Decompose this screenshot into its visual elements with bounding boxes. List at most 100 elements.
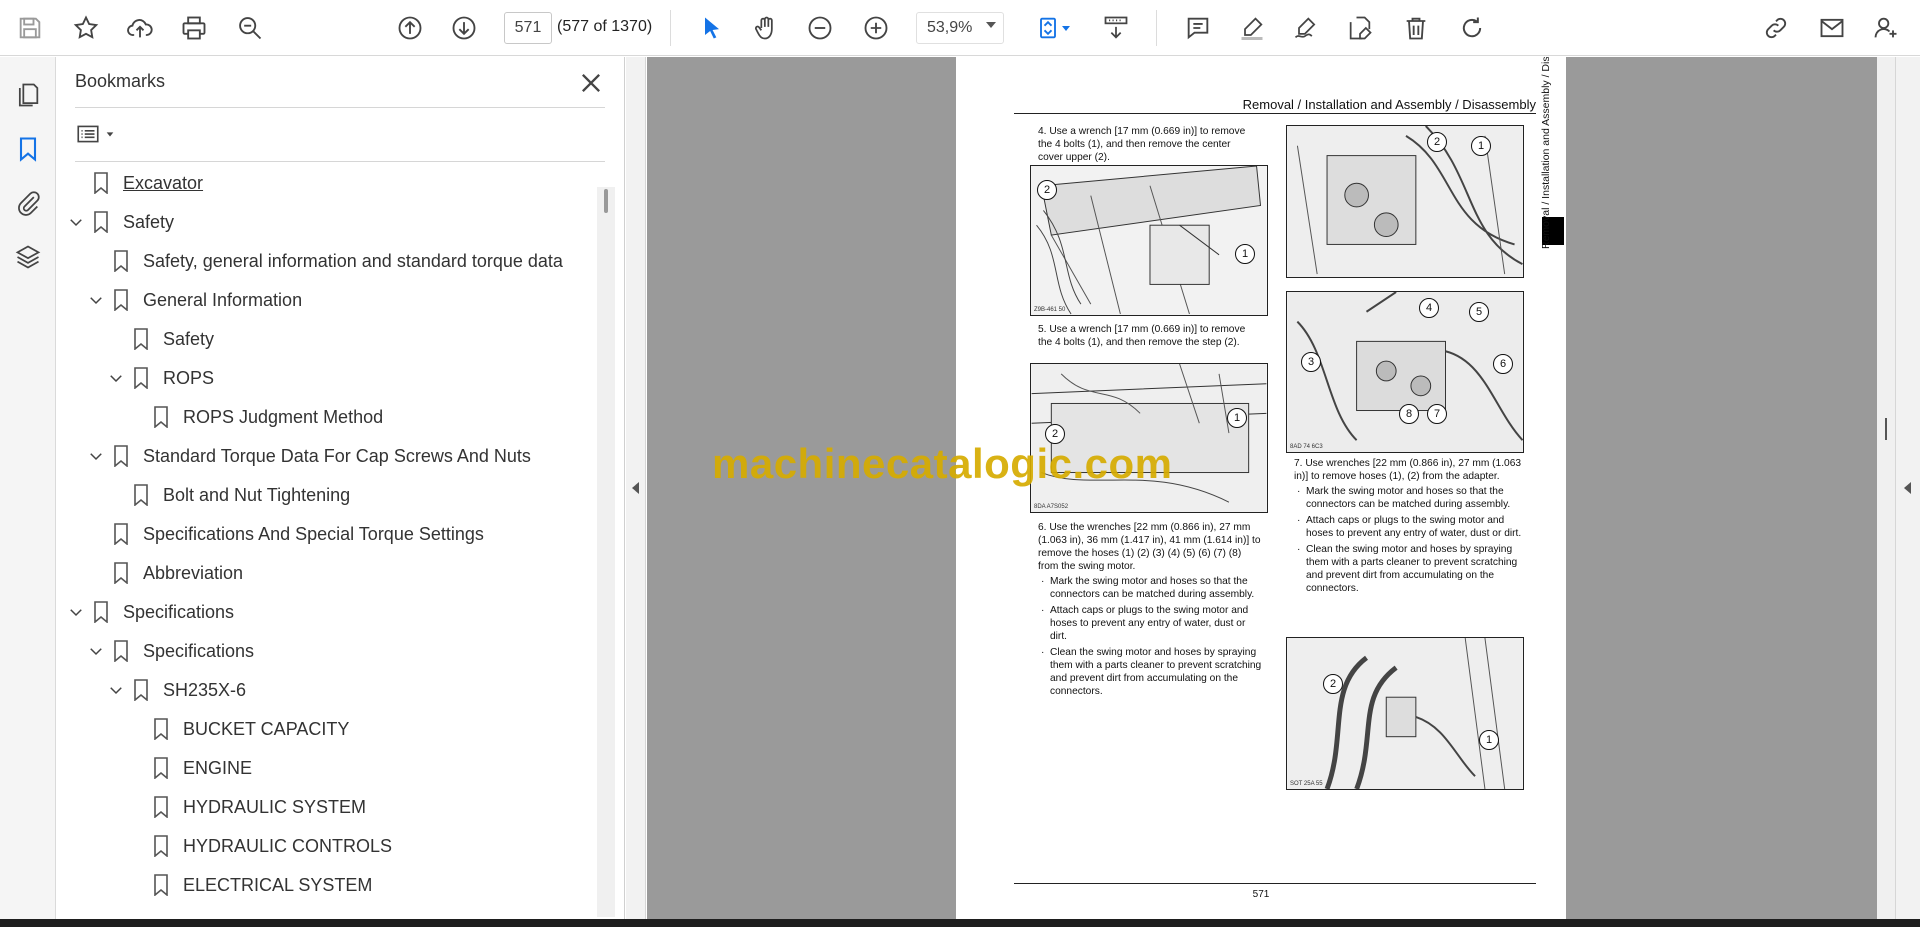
expand-tools-arrow-icon[interactable]: [1904, 482, 1911, 494]
select-cursor-icon[interactable]: [694, 10, 730, 46]
page-thumbnails-icon[interactable]: [10, 77, 46, 113]
callout-2: 2: [1323, 674, 1343, 694]
bookmark-item[interactable]: ENGINE: [127, 750, 252, 786]
bookmark-label: Safety: [123, 211, 175, 232]
bookmark-item[interactable]: ROPS: [107, 360, 214, 396]
rotate-icon[interactable]: [1454, 10, 1490, 46]
figure-swing-motor: 4 5 3 6 8 7 8AD 74 6C3: [1286, 291, 1524, 453]
zoom-in-icon[interactable]: [858, 10, 894, 46]
document-scrollbar[interactable]: [1877, 57, 1895, 919]
bookmark-item[interactable]: General Information: [87, 282, 302, 318]
collapse-panel-arrow-icon[interactable]: [632, 482, 639, 494]
add-user-icon[interactable]: [1868, 10, 1904, 46]
document-scrollbar-thumb[interactable]: [1885, 418, 1887, 440]
next-page-icon[interactable]: [446, 10, 482, 46]
previous-page-icon[interactable]: [392, 10, 428, 46]
figure-code: 8AD 74 6C3: [1290, 444, 1323, 450]
spacer: [107, 486, 125, 504]
bookmark-label: Specifications: [123, 601, 235, 622]
spacer: [107, 330, 125, 348]
bookmark-label: Safety, general information and standard…: [143, 250, 563, 271]
callout-1: 1: [1235, 244, 1255, 264]
edit-pdf-icon[interactable]: [1342, 10, 1378, 46]
section-side-label: Removal / Installation and Assembly / Di…: [1540, 57, 1552, 249]
zoom-level-select[interactable]: 53,9%: [916, 12, 1004, 44]
bookmark-item[interactable]: Specifications And Special Torque Settin…: [87, 516, 484, 552]
bookmark-item[interactable]: Safety: [107, 321, 214, 357]
fit-dropdown-chevron-icon[interactable]: [1058, 10, 1074, 46]
bookmarks-title: Bookmarks: [75, 71, 166, 91]
callout-1: 1: [1471, 136, 1491, 156]
bookmark-item[interactable]: Safety: [67, 204, 174, 240]
bookmark-label: Bolt and Nut Tightening: [163, 484, 351, 505]
bookmark-options-button[interactable]: [75, 119, 125, 149]
bookmark-item[interactable]: SH235X-6: [107, 672, 246, 708]
share-link-icon[interactable]: [1758, 10, 1794, 46]
chevron-down-icon[interactable]: [87, 447, 105, 465]
bookmark-item[interactable]: ELECTRICAL SYSTEM: [127, 867, 372, 903]
search-zoom-icon[interactable]: [232, 10, 268, 46]
bookmarks-scrollbar-thumb[interactable]: [604, 189, 608, 213]
bookmark-icon: [154, 874, 168, 896]
callout-1: 1: [1227, 408, 1247, 428]
chevron-down-icon[interactable]: [107, 369, 125, 387]
spacer: [87, 564, 105, 582]
close-icon[interactable]: [577, 69, 605, 97]
bookmark-item[interactable]: HYDRAULIC CONTROLS: [127, 828, 392, 864]
save-icon[interactable]: [12, 10, 48, 46]
hand-tool-icon[interactable]: [748, 10, 784, 46]
bookmark-item[interactable]: Specifications: [67, 594, 234, 630]
bookmark-icon: [154, 406, 168, 428]
email-icon[interactable]: [1814, 10, 1850, 46]
bookmark-item[interactable]: Abbreviation: [87, 555, 243, 591]
callout-6: 6: [1493, 354, 1513, 374]
bookmark-icon: [114, 523, 128, 545]
chevron-down-icon[interactable]: [986, 22, 996, 28]
chevron-down-icon[interactable]: [67, 603, 85, 621]
chevron-down-icon[interactable]: [107, 681, 125, 699]
step-6-bullet: Attach caps or plugs to the swing motor …: [1038, 604, 1264, 643]
bookmark-icon: [134, 484, 148, 506]
upload-cloud-icon[interactable]: [122, 10, 158, 46]
bookmark-item[interactable]: BUCKET CAPACITY: [127, 711, 349, 747]
bookmark-item[interactable]: ROPS Judgment Method: [127, 399, 383, 435]
bookmarks-scrollbar[interactable]: [597, 187, 615, 917]
bookmark-label: Excavator: [123, 172, 204, 193]
callout-3: 3: [1301, 352, 1321, 372]
bookmark-label: ROPS Judgment Method: [183, 406, 384, 427]
scroll-mode-icon[interactable]: [1098, 10, 1134, 46]
layers-icon[interactable]: [10, 239, 46, 275]
spacer: [87, 252, 105, 270]
bookmark-item[interactable]: Safety, general information and standard…: [87, 243, 563, 279]
chevron-down-icon[interactable]: [67, 213, 85, 231]
star-icon[interactable]: [68, 10, 104, 46]
highlight-pen-icon[interactable]: [1234, 10, 1270, 46]
chevron-down-icon[interactable]: [87, 291, 105, 309]
comment-icon[interactable]: [1180, 10, 1216, 46]
bookmark-item[interactable]: Specifications: [87, 633, 254, 669]
document-viewport[interactable]: Removal / Installation and Assembly / Di…: [647, 57, 1877, 919]
print-icon[interactable]: [176, 10, 212, 46]
watermark-text: machinecatalogic.com: [712, 440, 1173, 487]
chevron-down-icon: [106, 132, 114, 137]
toolbar-divider: [1156, 10, 1157, 46]
page-number-input[interactable]: 571: [504, 12, 552, 44]
trash-icon[interactable]: [1398, 10, 1434, 46]
bookmark-item[interactable]: Standard Torque Data For Cap Screws And …: [87, 438, 531, 474]
attachment-paperclip-icon[interactable]: [10, 185, 46, 221]
draw-signature-icon[interactable]: [1288, 10, 1324, 46]
figure-code: 8DA A7S052: [1034, 504, 1069, 510]
bookmark-item[interactable]: HYDRAULIC SYSTEM: [127, 789, 366, 825]
bookmark-panel-icon[interactable]: [10, 131, 46, 167]
chevron-down-icon[interactable]: [87, 642, 105, 660]
bookmark-item[interactable]: Excavator: [67, 165, 203, 201]
step-4-text: 4. Use a wrench [17 mm (0.669 in)] to re…: [1038, 126, 1246, 163]
bookmark-label: HYDRAULIC CONTROLS: [183, 835, 393, 856]
spacer: [67, 174, 85, 192]
bookmark-icon: [114, 562, 128, 584]
bookmark-item[interactable]: Bolt and Nut Tightening: [107, 477, 350, 513]
bookmark-label: Specifications: [143, 640, 255, 661]
bookmark-label: ENGINE: [183, 757, 253, 778]
pdf-reader-app: 571 (577 of 1370) 53,9% Bookmarks Excava…: [0, 0, 1920, 927]
zoom-out-icon[interactable]: [802, 10, 838, 46]
